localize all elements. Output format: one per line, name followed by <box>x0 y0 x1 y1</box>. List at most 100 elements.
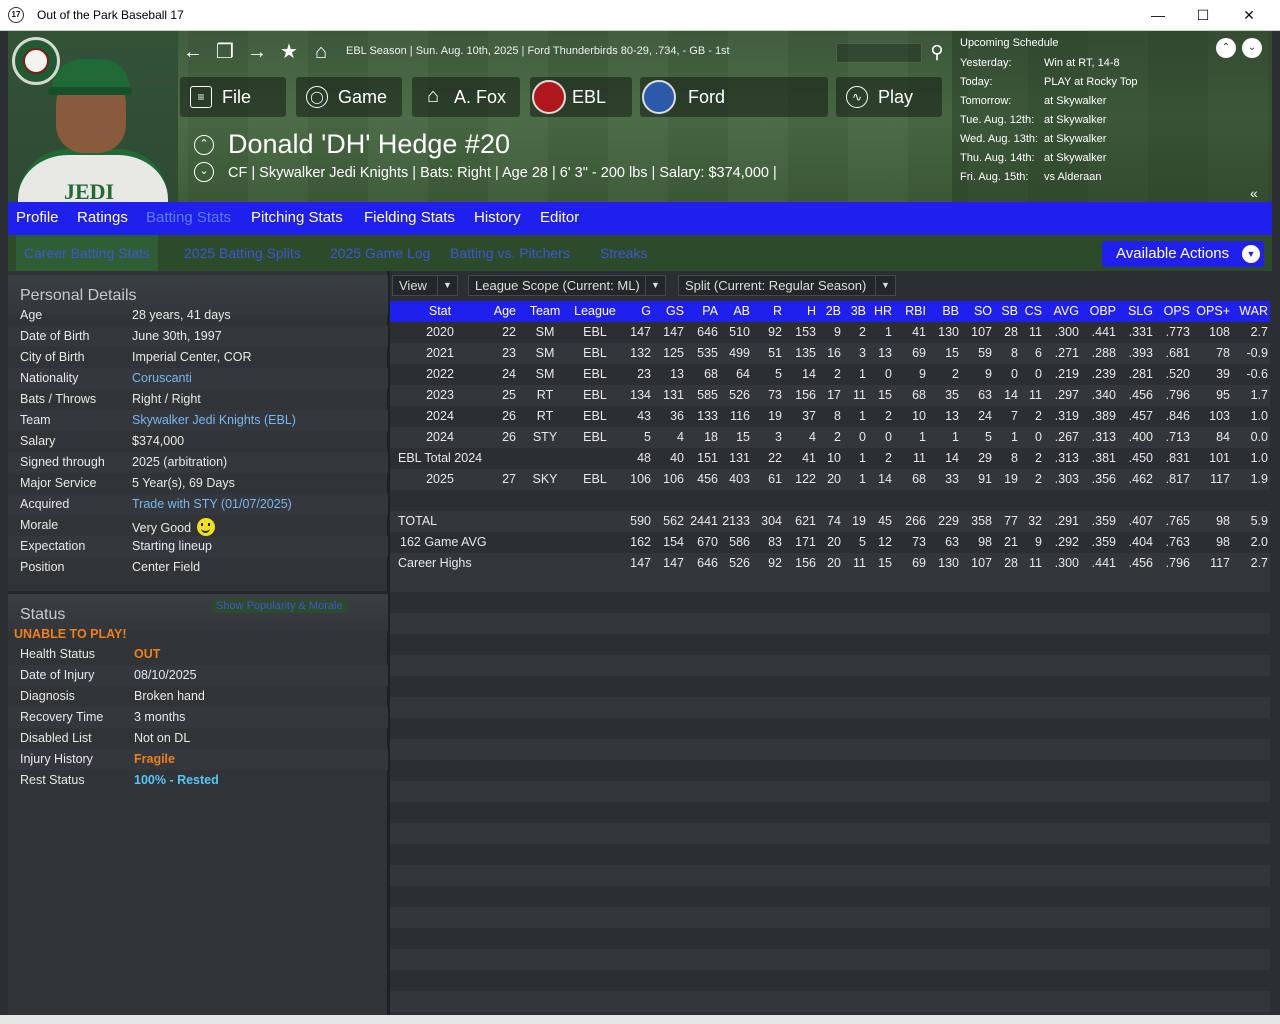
table-cell: .292 <box>1054 535 1079 549</box>
column-header[interactable]: SB <box>1001 304 1018 318</box>
left-panel: Personal Details Age 28 years, 41 days Da… <box>8 271 390 1015</box>
tab-history[interactable]: History <box>474 202 521 235</box>
table-cell: .796 <box>1165 556 1190 570</box>
column-header[interactable]: AVG <box>1054 304 1079 318</box>
table-cell: 2023 <box>426 388 454 402</box>
home-icon: ⌂ <box>426 85 440 107</box>
tab-editor[interactable]: Editor <box>540 202 579 235</box>
league-scope-dropdown[interactable]: League Scope (Current: ML) ▼ <box>468 275 666 296</box>
column-header[interactable]: 2B <box>826 304 841 318</box>
column-header[interactable]: CS <box>1025 304 1042 318</box>
table-cell: .763 <box>1165 535 1190 549</box>
acquired-trade-link[interactable]: Trade with STY (01/07/2025) <box>132 497 292 511</box>
column-header[interactable]: GS <box>666 304 684 318</box>
nationality-link[interactable]: Coruscanti <box>132 371 192 385</box>
previous-player-icon[interactable]: ⌃ <box>194 135 214 155</box>
schedule-down-icon[interactable]: ⌄ <box>1242 38 1262 58</box>
menu-file-button[interactable]: ≡ File <box>180 77 286 117</box>
column-header[interactable]: OPS+ <box>1196 304 1230 318</box>
table-row[interactable]: TOTAL 590 562 2441 2133 304 621 74 19 45 266 229 358… <box>390 511 1270 532</box>
table-cell: RT <box>536 409 554 423</box>
column-header[interactable]: BB <box>942 304 959 318</box>
subtab-career-batting-stats[interactable]: Career Batting Stats <box>16 235 159 271</box>
column-header[interactable]: AB <box>733 304 750 318</box>
column-header[interactable]: League <box>569 304 621 318</box>
table-cell: 15 <box>878 388 892 402</box>
tab-batting-stats[interactable]: Batting Stats <box>146 202 231 235</box>
table-row[interactable]: 2024 26 STY EBL 5 4 18 15 3 4 2 0 0 1 1 5 1 0.267.313.400… <box>390 427 1270 448</box>
table-row[interactable]: 2024 26 RT EBL 43 36 133 116 19 37 8 1 2 10 13 24 7 2 .319… <box>390 406 1270 427</box>
table-cell: 1.0 <box>1250 409 1268 423</box>
show-popularity-morale-link[interactable]: Show Popularity & Morale <box>212 599 347 613</box>
team-logo-badge <box>12 37 60 85</box>
available-actions-button[interactable]: Available Actions ▼ <box>1102 241 1264 267</box>
next-player-icon[interactable]: ⌄ <box>194 162 214 182</box>
tab-pitching-stats[interactable]: Pitching Stats <box>251 202 343 235</box>
table-cell: 11 <box>913 451 926 465</box>
menu-game-button[interactable]: ◯ Game <box>296 77 402 117</box>
back-arrow-icon[interactable]: ← <box>182 41 204 63</box>
player-info-line: CF | Skywalker Jedi Knights | Bats: Righ… <box>228 165 777 181</box>
column-header[interactable]: PA <box>702 304 718 318</box>
star-icon[interactable]: ★ <box>278 41 300 63</box>
table-row[interactable] <box>390 490 1270 511</box>
menu-league-button[interactable]: EBL <box>530 77 632 117</box>
subtab-batting-splits[interactable]: 2025 Batting Splits <box>184 235 301 271</box>
table-cell: 2 <box>859 325 866 339</box>
subtab-game-log[interactable]: 2025 Game Log <box>330 235 430 271</box>
subtab-streaks[interactable]: Streaks <box>600 235 647 271</box>
menu-manager-button[interactable]: ⌂ A. Fox <box>412 77 520 117</box>
split-dropdown[interactable]: Split (Current: Regular Season) ▼ <box>678 275 896 296</box>
column-header[interactable]: H <box>807 304 816 318</box>
search-icon[interactable]: ⚲ <box>926 41 948 63</box>
table-cell: 304 <box>761 514 782 528</box>
tab-fielding-stats[interactable]: Fielding Stats <box>364 202 455 235</box>
column-header[interactable]: SLG <box>1128 304 1153 318</box>
table-row[interactable]: 162 Game AVG 162 154 670 586 83 171 20 5 12 73 63 98… <box>390 532 1270 553</box>
column-header[interactable]: OPS <box>1164 304 1190 318</box>
column-header[interactable]: OBP <box>1090 304 1116 318</box>
view-dropdown[interactable]: View ▼ <box>392 275 458 296</box>
menu-play-button[interactable]: ∿ Play <box>836 77 942 117</box>
home-icon[interactable]: ⌂ <box>310 41 332 63</box>
table-cell: 585 <box>697 388 718 402</box>
column-header[interactable]: WAR <box>1239 304 1268 318</box>
table-row[interactable]: 2025 27 SKY EBL 106 106 456 403 61 122 20 1 14 68 33 91… <box>390 469 1270 490</box>
menu-team-button[interactable]: Ford <box>640 77 828 117</box>
search-input[interactable] <box>836 43 922 63</box>
column-header[interactable]: 3B <box>851 304 866 318</box>
minimize-icon[interactable]: — <box>1135 0 1181 31</box>
table-row[interactable]: 2020 22 SM EBL 147 147 646 510 92 153 9 2 1 41 130 107 2… <box>390 322 1270 343</box>
schedule-up-icon[interactable]: ⌃ <box>1216 38 1236 58</box>
copy-icon[interactable]: ❐ <box>214 41 236 63</box>
maximize-icon[interactable]: ☐ <box>1180 0 1226 31</box>
stats-panel: View ▼ League Scope (Current: ML) ▼ Split … <box>390 271 1272 1015</box>
column-header[interactable]: Stat <box>400 304 480 318</box>
column-header[interactable]: Team <box>523 304 567 318</box>
table-row[interactable]: 2022 24 SM EBL 23 13 68 64 5 14 2 1 0 9 2 9 0 0 .219 .239 .2… <box>390 364 1270 385</box>
team-link[interactable]: Skywalker Jedi Knights (EBL) <box>132 413 296 427</box>
table-row[interactable]: 2021 23 SM EBL 132 125 535 499 51 135 16 3 13 69 15 59 8… <box>390 343 1270 364</box>
column-header[interactable]: HR <box>874 304 892 318</box>
table-cell: 1 <box>859 451 866 465</box>
baseball-icon: ∿ <box>846 86 868 108</box>
table-row[interactable]: EBL Total 2024 48 40 151 131 22 41 10 1 2 11 14 29 8 2… <box>390 448 1270 469</box>
tab-profile[interactable]: Profile <box>16 202 59 235</box>
table-cell: EBL Total 2024 <box>398 451 483 465</box>
collapse-header-icon[interactable]: « <box>1250 185 1258 201</box>
tab-ratings[interactable]: Ratings <box>77 202 128 235</box>
subtab-batting-vs-pitchers[interactable]: Batting vs. Pitchers <box>450 235 570 271</box>
column-header[interactable]: Age <box>494 304 516 318</box>
table-cell: 77 <box>1004 514 1018 528</box>
table-cell: 0 <box>1035 430 1042 444</box>
column-header[interactable]: G <box>641 304 651 318</box>
column-header[interactable]: R <box>773 304 782 318</box>
table-cell: 1.7 <box>1250 388 1268 402</box>
close-icon[interactable]: ✕ <box>1226 0 1272 31</box>
forward-arrow-icon[interactable]: → <box>246 41 268 63</box>
breadcrumb: EBL Season | Sun. Aug. 10th, 2025 | Ford… <box>346 45 730 57</box>
column-header[interactable]: SO <box>974 304 992 318</box>
table-cell: 26 <box>502 430 516 444</box>
table-row[interactable]: 2023 25 RT EBL 134 131 585 526 73 156 17 11 15 68 35 63… <box>390 385 1270 406</box>
column-header[interactable]: RBI <box>905 304 926 318</box>
